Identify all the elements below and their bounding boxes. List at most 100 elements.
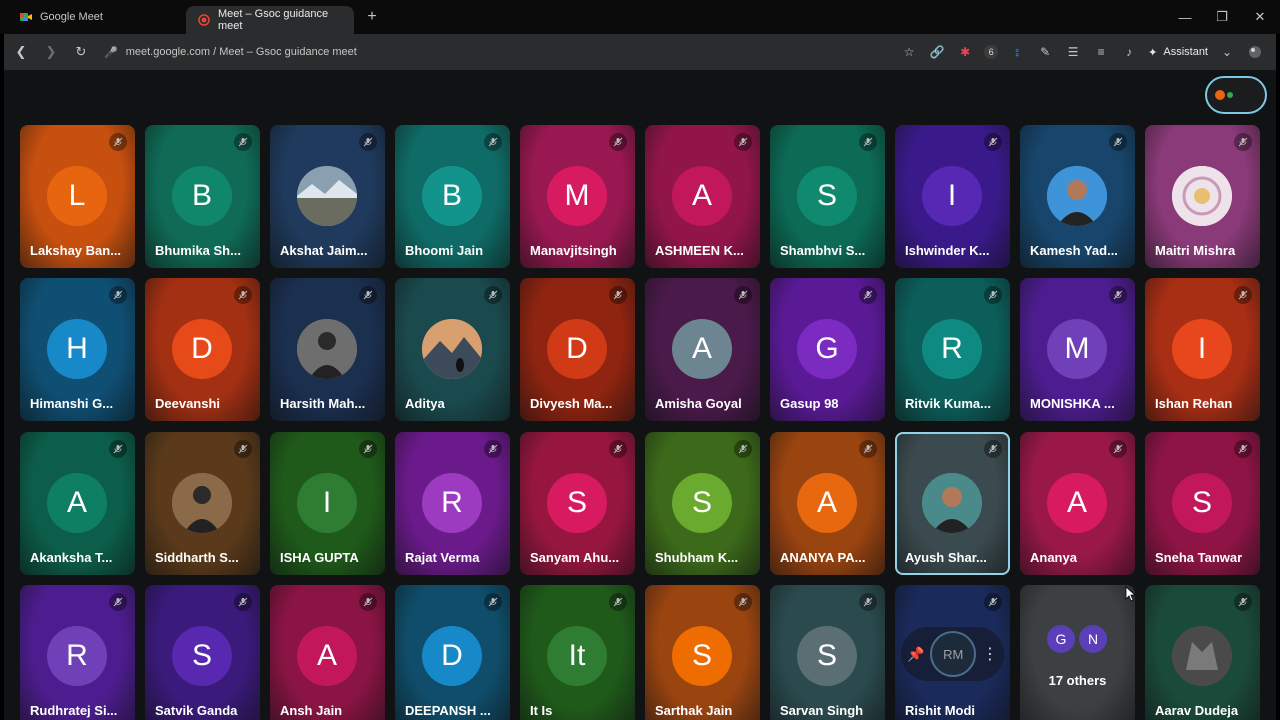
wifi-extension-icon[interactable]: ⦂ [1008, 43, 1026, 61]
mic-off-icon [984, 133, 1002, 151]
participant-tile[interactable]: Akshat Jaim... [270, 125, 385, 268]
participant-tile[interactable]: Siddharth S... [145, 432, 260, 575]
participant-name: Gasup 98 [780, 396, 839, 411]
mic-permission-icon[interactable]: 🎤 [104, 46, 118, 59]
participant-name: Akanksha T... [30, 550, 113, 565]
bookmark-star-icon[interactable]: ☆ [900, 43, 918, 61]
mic-off-icon [359, 133, 377, 151]
participant-tile[interactable]: A ASHMEEN K... [645, 125, 760, 268]
participant-tile[interactable]: 📌 RM ⋮ Rishit Modi [895, 585, 1010, 720]
participant-tile[interactable]: G Gasup 98 [770, 278, 885, 421]
participant-tile[interactable]: S Satvik Ganda [145, 585, 260, 720]
participant-tile[interactable]: S Shambhvi S... [770, 125, 885, 268]
participant-tile[interactable]: S Sarvan Singh [770, 585, 885, 720]
participant-tile[interactable]: R Rajat Verma [395, 432, 510, 575]
participant-avatar [1047, 166, 1107, 226]
participant-avatar: I [922, 166, 982, 226]
participant-avatar: A [672, 319, 732, 379]
participant-name: Rajat Verma [405, 550, 480, 565]
participant-tile[interactable]: Aarav Dudeja [1145, 585, 1260, 720]
playlist-icon[interactable]: ☰ [1064, 43, 1082, 61]
participant-tile[interactable]: G N 17 others [1020, 585, 1135, 720]
participant-tile[interactable]: I ISHA GUPTA [270, 432, 385, 575]
mic-off-icon [984, 440, 1002, 458]
participant-tile[interactable]: R Ritvik Kuma... [895, 278, 1010, 421]
participant-avatar: R [47, 626, 107, 686]
participant-tile[interactable]: S Sneha Tanwar [1145, 432, 1260, 575]
participant-avatar [922, 473, 982, 533]
pin-icon[interactable]: 📌 [907, 646, 924, 663]
participant-tile[interactable]: D Divyesh Ma... [520, 278, 635, 421]
participant-avatar: R [422, 473, 482, 533]
mic-off-icon [984, 593, 1002, 611]
participant-tile[interactable]: M MONISHKA ... [1020, 278, 1135, 421]
self-view-pill[interactable] [1205, 76, 1267, 114]
back-button[interactable]: ❮ [8, 39, 34, 65]
participant-name: Ishan Rehan [1155, 396, 1233, 411]
participant-tile[interactable]: L Lakshay Ban... [20, 125, 135, 268]
participant-tile[interactable]: D Deevanshi [145, 278, 260, 421]
participant-avatar [172, 473, 232, 533]
forward-button[interactable]: ❯ [38, 39, 64, 65]
participant-name: Rudhratej Si... [30, 703, 118, 718]
participant-avatar: A [47, 473, 107, 533]
participant-tile[interactable]: D DEEPANSH ... [395, 585, 510, 720]
mic-off-icon [359, 593, 377, 611]
reaction-emoji-icon [1215, 90, 1225, 100]
profile-avatar[interactable] [1246, 43, 1264, 61]
participant-tile[interactable]: Maitri Mishra [1145, 125, 1260, 268]
recording-icon [198, 14, 210, 26]
participant-tile[interactable]: S Shubham K... [645, 432, 760, 575]
participant-tile[interactable]: Aditya [395, 278, 510, 421]
participant-name: Siddharth S... [155, 550, 239, 565]
participant-avatar: S [547, 473, 607, 533]
new-tab-button[interactable]: + [358, 3, 386, 31]
participant-name: MONISHKA ... [1030, 396, 1115, 411]
address-bar[interactable]: 🎤 meet.google.com / Meet – Gsoc guidance… [104, 46, 357, 59]
share-link-icon[interactable]: 🔗 [928, 43, 946, 61]
tab-label: Meet – Gsoc guidance meet [218, 8, 329, 32]
menu-lines-icon[interactable]: ≡ [1092, 43, 1110, 61]
participant-tile[interactable]: B Bhumika Sh... [145, 125, 260, 268]
minimize-button[interactable]: — [1166, 0, 1204, 34]
close-window-button[interactable]: ✕ [1241, 0, 1279, 34]
participant-tile[interactable]: Harsith Mah... [270, 278, 385, 421]
mic-off-icon [234, 440, 252, 458]
more-options-icon[interactable]: ⋮ [982, 644, 998, 664]
participant-name: Ansh Jain [280, 703, 343, 718]
mic-off-icon [109, 286, 127, 304]
chevron-down-icon[interactable]: ⌄ [1218, 43, 1236, 61]
participant-tile[interactable]: A Amisha Goyal [645, 278, 760, 421]
participant-tile[interactable]: A Akanksha T... [20, 432, 135, 575]
participant-tile[interactable]: M Manavjitsingh [520, 125, 635, 268]
assistant-button[interactable]: ✦ Assistant [1148, 46, 1208, 59]
participant-tile[interactable]: S Sarthak Jain [645, 585, 760, 720]
reload-button[interactable]: ↻ [68, 39, 94, 65]
participant-avatar: I [297, 473, 357, 533]
audio-wave-icon[interactable]: ♪ [1120, 43, 1138, 61]
participant-tile[interactable]: R Rudhratej Si... [20, 585, 135, 720]
assistant-icon: ✦ [1148, 46, 1158, 59]
participant-tile[interactable]: S Sanyam Ahu... [520, 432, 635, 575]
participant-tile[interactable]: A Ansh Jain [270, 585, 385, 720]
participant-tile[interactable]: Kamesh Yad... [1020, 125, 1135, 268]
participant-name: Sneha Tanwar [1155, 550, 1243, 565]
participant-name: Amisha Goyal [655, 396, 742, 411]
participant-tile[interactable]: A Ananya [1020, 432, 1135, 575]
participant-tile[interactable]: A ANANYA PA... [770, 432, 885, 575]
extension-figure-icon[interactable]: ✱ [956, 43, 974, 61]
participant-name: Deevanshi [155, 396, 221, 411]
participant-avatar: D [172, 319, 232, 379]
participant-tile[interactable]: It It Is [520, 585, 635, 720]
participant-tile[interactable]: I Ishan Rehan [1145, 278, 1260, 421]
puzzle-icon[interactable]: ✎ [1036, 43, 1054, 61]
browser-toolbar: ❮ ❯ ↻ 🎤 meet.google.com / Meet – Gsoc gu… [4, 34, 1276, 70]
participant-tile[interactable]: I Ishwinder K... [895, 125, 1010, 268]
extension-badge[interactable]: 6 [984, 45, 999, 59]
participant-tile[interactable]: B Bhoomi Jain [395, 125, 510, 268]
participant-tile[interactable]: H Himanshi G... [20, 278, 135, 421]
participant-tile[interactable]: Ayush Shar... [895, 432, 1010, 575]
maximize-button[interactable]: ❐ [1203, 0, 1241, 34]
tab-google-meet[interactable]: Google Meet [8, 3, 186, 31]
tab-meet-gsoc[interactable]: Meet – Gsoc guidance meet [186, 6, 354, 34]
